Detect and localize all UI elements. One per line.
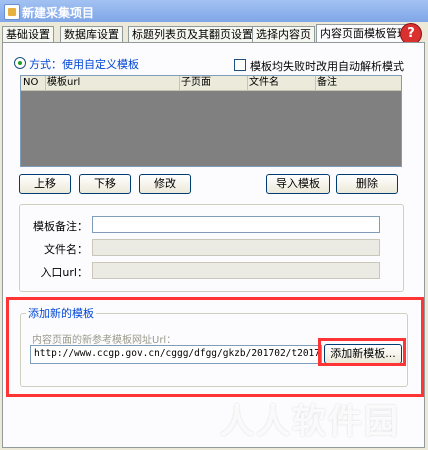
window-title: 新建采集项目 xyxy=(22,6,95,20)
title-bar: 新建采集项目 xyxy=(0,0,428,22)
move-down-button[interactable]: 下移 xyxy=(79,174,131,194)
auto-parse-checkbox-label: 模板均失败时改用自动解析模式 xyxy=(250,60,404,73)
template-list[interactable]: NO 模板url 子页面 文件名 备注 xyxy=(20,75,402,167)
filename-input[interactable] xyxy=(92,239,380,256)
entry-url-label: 入口url： xyxy=(40,266,88,279)
column-header-no[interactable]: NO xyxy=(21,76,46,90)
radio-selected-icon[interactable] xyxy=(14,57,26,69)
app-icon xyxy=(4,4,20,20)
tab-database-settings[interactable]: 数据库设置 xyxy=(60,26,123,42)
delete-button[interactable]: 删除 xyxy=(336,174,398,194)
tab-title-list-settings[interactable]: 标题列表页及其翻页设置 xyxy=(128,26,257,42)
template-note-input[interactable] xyxy=(92,216,380,233)
move-up-button[interactable]: 上移 xyxy=(19,174,71,194)
tab-basic-settings[interactable]: 基础设置 xyxy=(2,26,54,42)
edit-button[interactable]: 修改 xyxy=(139,174,191,194)
button-highlight-outline xyxy=(318,338,406,366)
template-note-label: 模板备注： xyxy=(33,220,88,233)
column-header-subpage[interactable]: 子页面 xyxy=(179,76,248,90)
custom-template-radio-label: 方式：使用自定义模板 xyxy=(29,58,139,71)
column-header-note[interactable]: 备注 xyxy=(315,76,401,90)
template-list-header: NO 模板url 子页面 文件名 备注 xyxy=(21,76,401,91)
import-template-button[interactable]: 导入模板 xyxy=(266,174,330,194)
filename-label: 文件名： xyxy=(44,243,88,256)
column-header-template-url[interactable]: 模板url xyxy=(45,76,180,90)
entry-url-input[interactable] xyxy=(92,262,380,279)
column-header-filename[interactable]: 文件名 xyxy=(247,76,316,90)
tab-select-content-page[interactable]: 选择内容页 xyxy=(252,26,315,42)
checkbox-box[interactable] xyxy=(234,59,246,71)
tab-content-template-management[interactable]: 内容页面模板管理 xyxy=(316,24,412,43)
watermark-logo: 人人软件园 xyxy=(220,402,400,442)
